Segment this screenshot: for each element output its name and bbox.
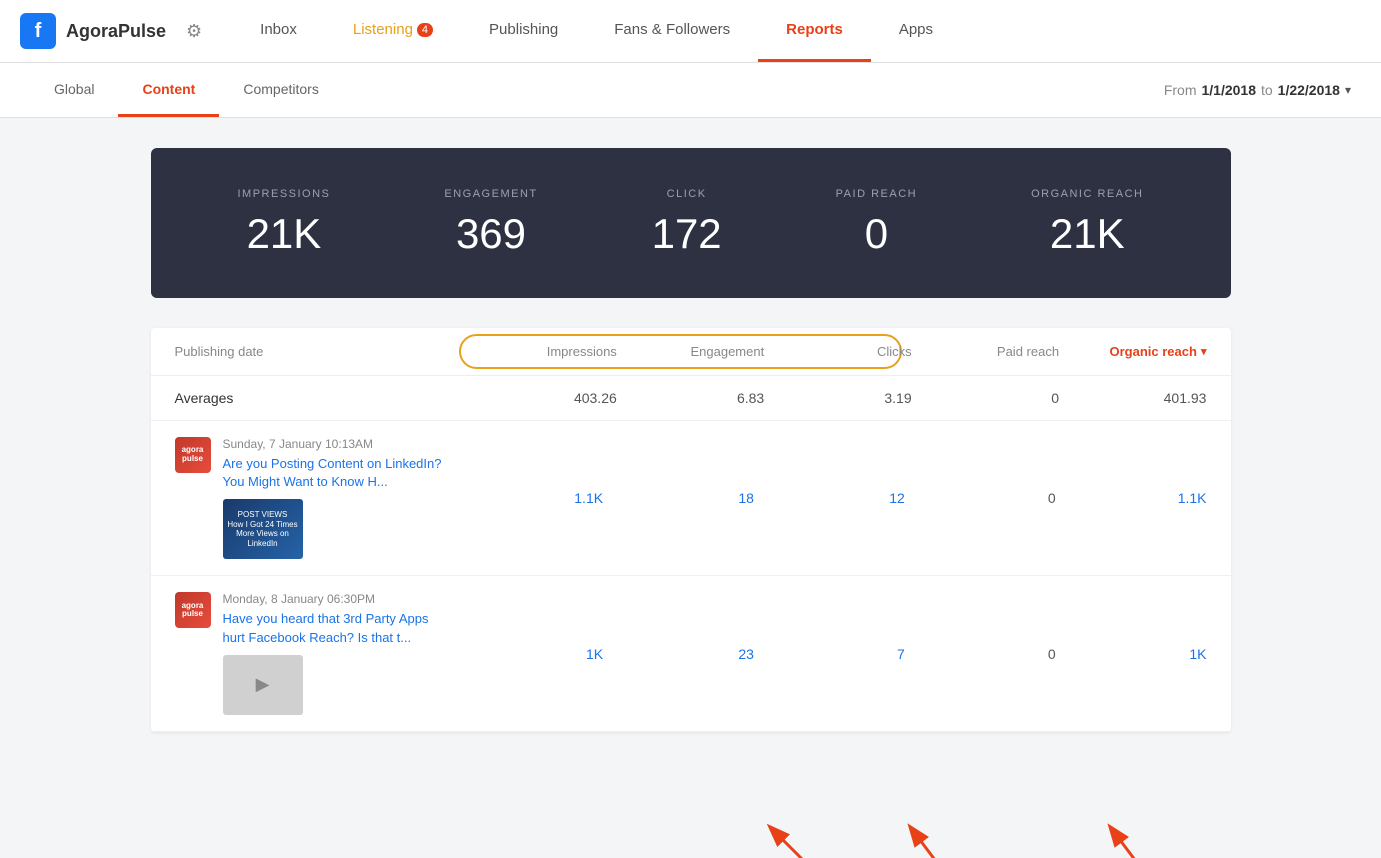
stat-impressions: IMPRESSIONS 21K <box>237 188 330 258</box>
tab-competitors[interactable]: Competitors <box>219 63 342 117</box>
content-table: Publishing date Impressions Engagement C… <box>151 328 1231 732</box>
post-avatar-2: agora pulse <box>175 592 211 628</box>
nav-item-listening[interactable]: Listening 4 <box>325 0 461 62</box>
post2-organic-reach: 1K <box>1068 646 1207 662</box>
sub-nav-tabs: Global Content Competitors <box>30 63 343 117</box>
nav-links: Inbox Listening 4 Publishing Fans & Foll… <box>232 0 961 62</box>
post2-impressions: 1K <box>464 646 603 662</box>
avg-organic-reach: 401.93 <box>1059 390 1206 406</box>
th-organic-reach[interactable]: Organic reach ▾ <box>1059 344 1206 359</box>
averages-row: Averages 403.26 6.83 3.19 0 401.93 <box>151 376 1231 421</box>
stat-organic-reach-value: 21K <box>1031 210 1143 258</box>
post-left-1: agora pulse Sunday, 7 January 10:13AM Ar… <box>175 437 453 559</box>
play-icon: ▶ <box>256 674 270 695</box>
stat-engagement-label: ENGAGEMENT <box>444 188 537 200</box>
stat-click-value: 172 <box>652 210 722 258</box>
nav-item-reports[interactable]: Reports <box>758 0 871 62</box>
date-prefix: From <box>1164 82 1197 98</box>
nav-item-publishing[interactable]: Publishing <box>461 0 586 62</box>
post-left-2: agora pulse Monday, 8 January 06:30PM Ha… <box>175 592 453 714</box>
nav-item-apps[interactable]: Apps <box>871 0 961 62</box>
stat-engagement-value: 369 <box>444 210 537 258</box>
post-title-1[interactable]: Are you Posting Content on LinkedIn? You… <box>223 455 453 491</box>
post-info-1: Sunday, 7 January 10:13AM Are you Postin… <box>223 437 453 559</box>
post1-engagement: 18 <box>615 490 754 506</box>
sort-chevron-icon: ▾ <box>1201 345 1207 358</box>
post2-engagement: 23 <box>615 646 754 662</box>
settings-button[interactable]: ⚙ <box>186 21 202 42</box>
stat-organic-reach: ORGANIC REACH 21K <box>1031 188 1143 258</box>
stat-paid-reach: PAID REACH 0 <box>836 188 917 258</box>
stat-click: CLICK 172 <box>652 188 722 258</box>
avg-clicks: 3.19 <box>764 390 911 406</box>
post2-clicks: 7 <box>766 646 905 662</box>
stat-organic-reach-label: ORGANIC REACH <box>1031 188 1143 200</box>
table-header: Publishing date Impressions Engagement C… <box>151 328 1231 376</box>
avg-engagement: 6.83 <box>617 390 764 406</box>
listening-badge: 4 <box>417 23 433 37</box>
post-date-1: Sunday, 7 January 10:13AM <box>223 437 453 451</box>
post-row-1: agora pulse Sunday, 7 January 10:13AM Ar… <box>151 421 1231 576</box>
th-paid-reach: Paid reach <box>912 344 1059 359</box>
date-to: 1/22/2018 <box>1278 82 1340 98</box>
nav-item-inbox[interactable]: Inbox <box>232 0 325 62</box>
post1-paid-reach: 0 <box>917 490 1056 506</box>
tab-content[interactable]: Content <box>118 63 219 117</box>
stat-impressions-value: 21K <box>237 210 330 258</box>
th-impressions: Impressions <box>469 344 616 359</box>
post-thumbnail-2: ▶ <box>223 655 303 715</box>
nav-item-fans[interactable]: Fans & Followers <box>586 0 758 62</box>
post-title-2[interactable]: Have you heard that 3rd Party Apps hurt … <box>223 610 453 646</box>
stat-paid-reach-value: 0 <box>836 210 917 258</box>
avg-paid-reach: 0 <box>912 390 1059 406</box>
post-row-2: agora pulse Monday, 8 January 06:30PM Ha… <box>151 576 1231 731</box>
facebook-icon: f <box>20 13 56 49</box>
date-from: 1/1/2018 <box>1201 82 1256 98</box>
post-info-2: Monday, 8 January 06:30PM Have you heard… <box>223 592 453 714</box>
stat-click-label: CLICK <box>652 188 722 200</box>
stats-banner: IMPRESSIONS 21K ENGAGEMENT 369 CLICK 172… <box>151 148 1231 298</box>
stat-engagement: ENGAGEMENT 369 <box>444 188 537 258</box>
stat-impressions-label: IMPRESSIONS <box>237 188 330 200</box>
brand-name: AgoraPulse <box>66 21 166 42</box>
post1-organic-reach: 1.1K <box>1068 490 1207 506</box>
post2-paid-reach: 0 <box>917 646 1056 662</box>
th-publishing-date: Publishing date <box>175 344 470 359</box>
averages-label: Averages <box>175 390 470 406</box>
brand-logo[interactable]: f AgoraPulse <box>20 13 166 49</box>
stat-paid-reach-label: PAID REACH <box>836 188 917 200</box>
post-thumbnail-1: POST VIEWSHow I Got 24 Times More Views … <box>223 499 303 559</box>
date-filter[interactable]: From 1/1/2018 to 1/22/2018 ▾ <box>1164 82 1351 98</box>
avg-impressions: 403.26 <box>469 390 616 406</box>
top-navigation: f AgoraPulse ⚙ Inbox Listening 4 Publish… <box>0 0 1381 63</box>
date-separator: to <box>1261 82 1273 98</box>
sub-navigation: Global Content Competitors From 1/1/2018… <box>0 63 1381 118</box>
post1-impressions: 1.1K <box>464 490 603 506</box>
post-avatar-1: agora pulse <box>175 437 211 473</box>
tab-global[interactable]: Global <box>30 63 118 117</box>
chevron-down-icon: ▾ <box>1345 83 1351 97</box>
th-engagement: Engagement <box>617 344 764 359</box>
th-clicks: Clicks <box>764 344 911 359</box>
main-content: IMPRESSIONS 21K ENGAGEMENT 369 CLICK 172… <box>91 118 1291 762</box>
post1-clicks: 12 <box>766 490 905 506</box>
post-date-2: Monday, 8 January 06:30PM <box>223 592 453 606</box>
